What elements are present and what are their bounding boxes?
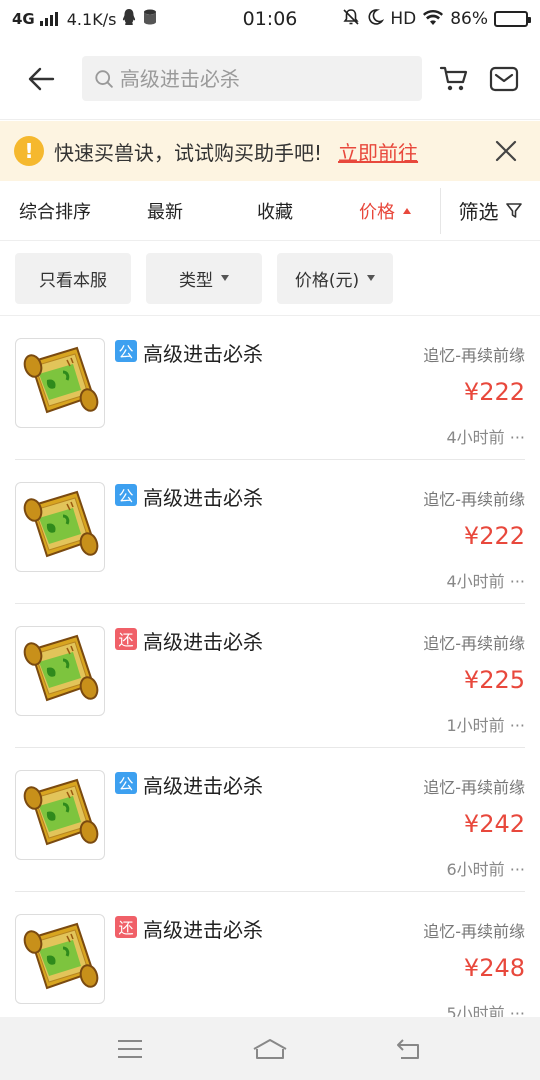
item-badge: 公 bbox=[115, 772, 137, 794]
dropdown-icon bbox=[221, 275, 229, 281]
item-title: 高级进击必杀 bbox=[143, 342, 263, 366]
item-image bbox=[15, 338, 105, 428]
signal-icon bbox=[39, 12, 58, 26]
item-time[interactable]: 4小时前 ··· bbox=[446, 424, 525, 448]
filter-button[interactable]: 筛选 bbox=[441, 181, 540, 240]
header bbox=[0, 38, 540, 120]
item-price: ¥248 bbox=[463, 954, 525, 982]
close-icon bbox=[495, 140, 517, 162]
scroll-icon bbox=[23, 346, 99, 414]
sort-tab-label: 收藏 bbox=[257, 201, 293, 223]
sort-tab-label: 综合排序 bbox=[19, 201, 91, 223]
chip-price[interactable]: 价格(元) bbox=[277, 252, 393, 304]
scroll-icon bbox=[23, 634, 99, 702]
filter-label: 筛选 bbox=[458, 200, 499, 224]
scroll-icon bbox=[23, 490, 99, 558]
item-server: 追忆-再续前缘 bbox=[423, 346, 525, 365]
notice-text: 快速买兽诀，试试购买助手吧! bbox=[54, 140, 323, 165]
chip-type[interactable]: 类型 bbox=[146, 252, 262, 304]
back-button[interactable] bbox=[14, 51, 68, 107]
list-item[interactable]: 公 高级进击必杀 追忆-再续前缘 ¥222 4小时前 ··· bbox=[15, 460, 525, 604]
dropdown-icon bbox=[367, 275, 376, 281]
network-type: 4G bbox=[12, 10, 35, 28]
item-server: 追忆-再续前缘 bbox=[423, 778, 525, 797]
list-item[interactable]: 公 高级进击必杀 追忆-再续前缘 ¥242 6小时前 ··· bbox=[15, 748, 525, 892]
status-bar: 4G 4.1K/s 01:06 HD 86% bbox=[0, 0, 540, 38]
battery-percent: 86% bbox=[450, 9, 488, 29]
item-image bbox=[15, 770, 105, 860]
item-badge: 公 bbox=[115, 484, 137, 506]
item-image bbox=[15, 626, 105, 716]
sort-tab-label: 最新 bbox=[147, 201, 183, 223]
cart-icon bbox=[439, 66, 467, 90]
sort-tab-label: 价格 bbox=[359, 201, 395, 223]
menu-icon bbox=[118, 1039, 142, 1058]
item-badge: 还 bbox=[115, 628, 137, 650]
return-icon bbox=[397, 1038, 419, 1059]
item-price: ¥242 bbox=[463, 810, 525, 838]
item-time[interactable]: 4小时前 ··· bbox=[446, 568, 525, 592]
sort-tab-favorites[interactable]: 收藏 bbox=[220, 181, 330, 240]
item-title: 高级进击必杀 bbox=[143, 774, 263, 798]
list-item[interactable]: 还 高级进击必杀 追忆-再续前缘 ¥225 1小时前 ··· bbox=[15, 604, 525, 748]
sort-tab-default[interactable]: 综合排序 bbox=[0, 181, 110, 240]
notice-close-button[interactable] bbox=[486, 131, 526, 171]
home-button[interactable] bbox=[240, 1024, 300, 1074]
search-input[interactable] bbox=[119, 66, 410, 91]
notice-banner: ! 快速买兽诀，试试购买助手吧! 立即前往 bbox=[0, 121, 540, 181]
chip-this-server[interactable]: 只看本服 bbox=[15, 252, 131, 304]
status-right: HD 86% bbox=[342, 8, 531, 31]
item-price: ¥222 bbox=[463, 522, 525, 550]
storage-icon bbox=[142, 8, 158, 31]
home-icon bbox=[253, 1038, 287, 1059]
chip-label: 类型 bbox=[179, 270, 213, 291]
status-left: 4G 4.1K/s bbox=[12, 8, 342, 31]
item-title: 高级进击必杀 bbox=[143, 486, 263, 510]
item-server: 追忆-再续前缘 bbox=[423, 922, 525, 941]
sort-ascending-icon bbox=[403, 207, 411, 214]
list-item[interactable]: 还 高级进击必杀 追忆-再续前缘 ¥248 5小时前 ··· bbox=[15, 892, 525, 1036]
item-list: 公 高级进击必杀 追忆-再续前缘 ¥222 4小时前 ··· 公 高级进击必杀 bbox=[0, 316, 540, 1036]
cart-button[interactable] bbox=[432, 56, 476, 102]
sort-bar: 综合排序 最新 收藏 价格 筛选 bbox=[0, 181, 540, 241]
notice-link[interactable]: 立即前往 bbox=[338, 137, 418, 166]
sort-tab-price[interactable]: 价格 bbox=[330, 181, 440, 240]
hd-label: HD bbox=[390, 9, 417, 29]
item-price: ¥225 bbox=[463, 666, 525, 694]
moon-icon bbox=[366, 8, 385, 31]
back-nav-button[interactable] bbox=[380, 1024, 440, 1074]
chip-label: 价格(元) bbox=[294, 270, 360, 291]
item-title: 高级进击必杀 bbox=[143, 630, 263, 654]
chip-label: 只看本服 bbox=[39, 270, 107, 291]
item-title: 高级进击必杀 bbox=[143, 918, 263, 942]
scroll-icon bbox=[23, 778, 99, 846]
scroll-icon bbox=[23, 922, 99, 990]
item-price: ¥222 bbox=[463, 378, 525, 406]
item-image bbox=[15, 914, 105, 1004]
item-badge: 公 bbox=[115, 340, 137, 362]
warning-icon: ! bbox=[14, 136, 44, 166]
item-time[interactable]: 6小时前 ··· bbox=[446, 856, 525, 880]
search-box[interactable] bbox=[81, 56, 422, 101]
network-speed: 4.1K/s bbox=[66, 9, 117, 29]
back-arrow-icon bbox=[28, 67, 55, 90]
item-badge: 还 bbox=[115, 916, 137, 938]
battery-icon bbox=[494, 11, 531, 27]
item-image bbox=[15, 482, 105, 572]
wifi-icon bbox=[422, 8, 444, 31]
menu-button[interactable] bbox=[100, 1024, 160, 1074]
filter-icon bbox=[505, 202, 522, 218]
item-server: 追忆-再续前缘 bbox=[423, 634, 525, 653]
qq-notification-icon bbox=[121, 8, 137, 31]
item-server: 追忆-再续前缘 bbox=[423, 490, 525, 509]
item-time[interactable]: 1小时前 ··· bbox=[446, 712, 525, 736]
list-item[interactable]: 公 高级进击必杀 追忆-再续前缘 ¥222 4小时前 ··· bbox=[15, 316, 525, 460]
filter-chips: 只看本服 类型 价格(元) bbox=[0, 241, 540, 316]
system-nav-bar bbox=[0, 1017, 540, 1080]
message-button[interactable] bbox=[482, 56, 526, 102]
search-icon bbox=[95, 69, 113, 88]
mute-icon bbox=[342, 8, 360, 31]
sort-tab-newest[interactable]: 最新 bbox=[110, 181, 220, 240]
mail-icon bbox=[489, 66, 519, 91]
